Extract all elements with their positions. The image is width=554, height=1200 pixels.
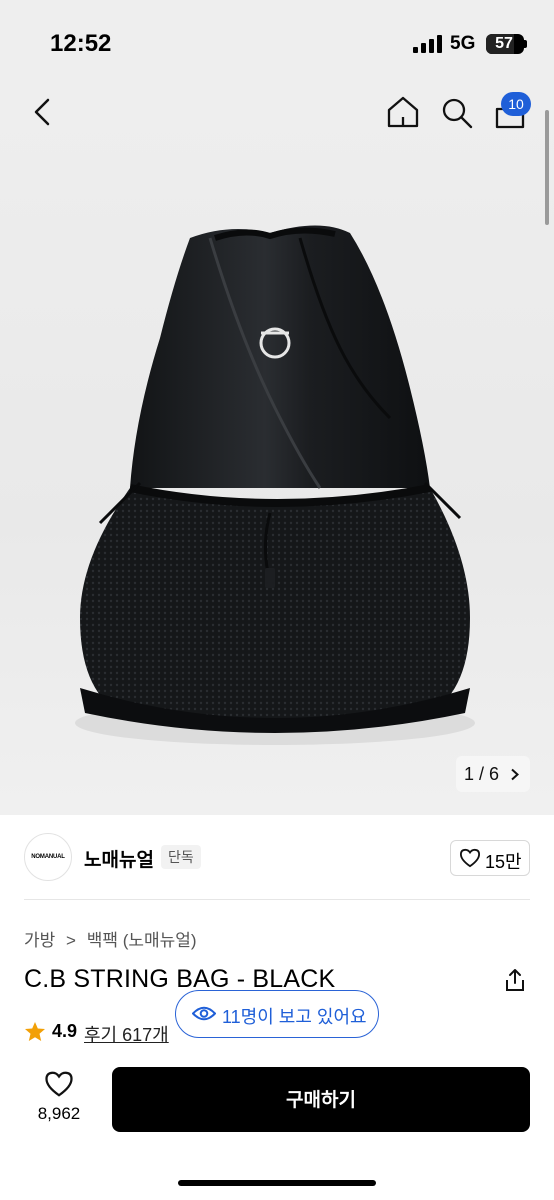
rating-value: 4.9 [52, 1021, 78, 1041]
breadcrumb-category[interactable]: 가방 [24, 931, 55, 950]
live-viewers-pill: 11명이 보고 있어요 [175, 990, 379, 1038]
breadcrumb: 가방 > 백팩 (노매뉴얼) [24, 926, 203, 951]
brand-like-count: 15만 [485, 852, 522, 872]
heart-icon [459, 848, 481, 868]
brand-logo-text: NOMANUAL [31, 854, 65, 860]
product-image [75, 225, 475, 745]
share-icon[interactable] [503, 967, 527, 993]
scroll-indicator [545, 110, 549, 225]
battery-tip [524, 40, 527, 48]
network-type: 5G [450, 33, 476, 54]
breadcrumb-subcategory[interactable]: 백팩 (노매뉴얼) [87, 931, 197, 950]
exclusive-tag: 단독 [161, 845, 201, 869]
eye-icon [192, 1006, 216, 1021]
status-time: 12:52 [50, 30, 112, 57]
battery-icon: 57 [486, 34, 524, 54]
gallery-counter-text: 1 / 6 [464, 764, 500, 784]
status-bar: 12:52 5G 57 [0, 0, 554, 88]
brand-like-button[interactable]: 15만 [450, 840, 530, 876]
live-viewers-text: 11명이 보고 있어요 [222, 1007, 367, 1027]
search-icon[interactable] [440, 96, 474, 130]
gallery-counter[interactable]: 1 / 6 [456, 756, 530, 792]
star-icon [25, 1022, 45, 1041]
product-image-gallery[interactable] [0, 88, 554, 815]
back-arrow-icon[interactable] [30, 98, 54, 126]
divider [24, 899, 530, 900]
battery-level: 57 [495, 35, 513, 52]
breadcrumb-separator: > [66, 931, 76, 950]
brand-logo[interactable]: NOMANUAL [24, 833, 72, 881]
wishlist-heart-icon[interactable] [44, 1070, 74, 1098]
review-count-link[interactable]: 후기 617개 [84, 1021, 169, 1047]
cart-count-badge: 10 [501, 92, 531, 116]
chevron-right-icon [511, 768, 519, 781]
home-indicator [178, 1180, 376, 1186]
buy-button[interactable]: 구매하기 [112, 1067, 530, 1132]
signal-icon [413, 35, 443, 53]
wishlist-count: 8,962 [37, 1104, 81, 1123]
brand-name[interactable]: 노매뉴얼 [84, 845, 154, 872]
home-icon[interactable] [386, 95, 420, 129]
